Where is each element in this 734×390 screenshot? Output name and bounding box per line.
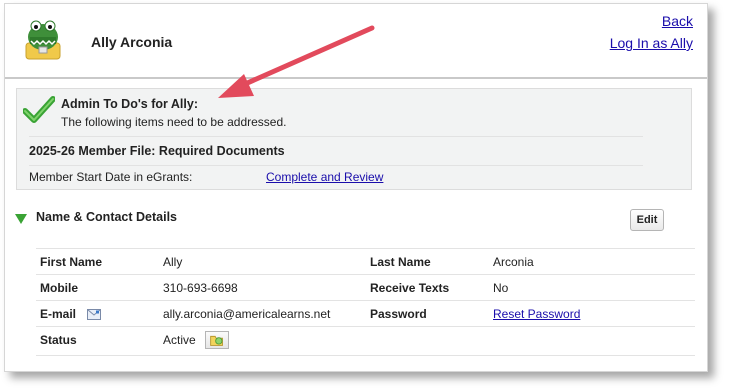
last-name-value: Arconia [493, 255, 534, 269]
todo-subtitle: The following items need to be addressed… [61, 115, 287, 129]
email-label: E-mail [40, 307, 77, 321]
mobile-label: Mobile [40, 281, 78, 295]
first-name-label: First Name [40, 255, 103, 269]
todo-item-label: Member Start Date in eGrants: [29, 170, 193, 184]
first-name-value: Ally [163, 255, 183, 269]
last-name-label: Last Name [370, 255, 431, 269]
header-divider [5, 77, 707, 79]
contact-details-table: First Name Ally Last Name Arconia Mobile… [36, 248, 695, 356]
reset-password-link[interactable]: Reset Password [493, 307, 580, 321]
divider [29, 136, 643, 137]
email-envelope-icon[interactable] [87, 309, 102, 320]
log-in-as-link[interactable]: Log In as Ally [610, 35, 693, 51]
table-row: Mobile 310-693-6698 Receive Texts No [36, 274, 695, 300]
mobile-value: 310-693-6698 [163, 281, 238, 295]
alligator-avatar-icon [25, 20, 61, 60]
table-row: First Name Ally Last Name Arconia [36, 248, 695, 274]
status-change-button[interactable] [205, 331, 230, 349]
back-link[interactable]: Back [662, 13, 693, 29]
checkmark-icon [23, 96, 55, 123]
receive-texts-label: Receive Texts [370, 281, 450, 295]
table-row: E-mail ally.arconia@americalearns.net Pa… [36, 300, 695, 326]
complete-and-review-link[interactable]: Complete and Review [266, 170, 383, 184]
edit-button[interactable]: Edit [630, 209, 664, 231]
divider [29, 165, 643, 166]
todo-section-title: 2025-26 Member File: Required Documents [29, 144, 285, 158]
triangle-down-icon[interactable] [15, 214, 27, 224]
email-label-group: E-mail [40, 307, 102, 321]
password-label: Password [370, 307, 427, 321]
user-detail-panel: Ally Arconia Back Log In as Ally Admin T… [4, 3, 708, 372]
receive-texts-value: No [493, 281, 509, 295]
status-label: Status [40, 333, 77, 347]
todo-title: Admin To Do's for Ally: [61, 97, 198, 111]
status-value-group: Active [163, 331, 230, 349]
status-folder-icon [210, 335, 223, 346]
section-title-contact: Name & Contact Details [36, 210, 178, 224]
table-row: Status Active [36, 326, 695, 356]
email-value: ally.arconia@americalearns.net [163, 307, 331, 321]
status-value: Active [163, 333, 196, 347]
admin-todo-box: Admin To Do's for Ally: The following it… [16, 88, 692, 190]
user-name: Ally Arconia [91, 34, 173, 50]
